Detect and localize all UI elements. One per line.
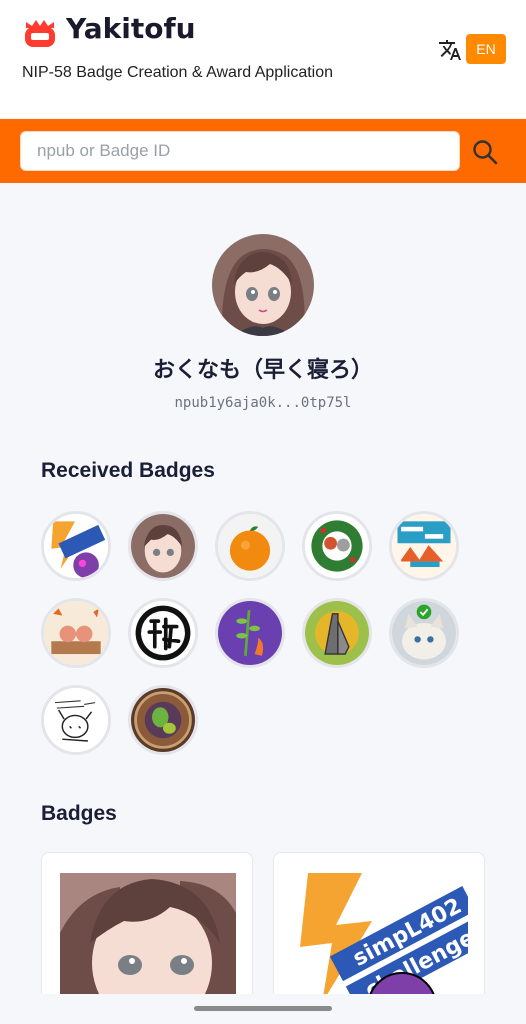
home-indicator[interactable] — [194, 1006, 332, 1011]
anime-girl-avatar-icon — [212, 234, 314, 336]
translate-icon[interactable] — [438, 38, 462, 62]
kanji-seal-badge-icon[interactable] — [128, 598, 198, 668]
nostr-asia-badge-icon[interactable] — [389, 511, 459, 581]
mikan-orange-badge-icon[interactable] — [215, 511, 285, 581]
search-icon[interactable] — [470, 137, 500, 167]
app-subtitle: NIP-58 Badge Creation & Award Applicatio… — [22, 64, 334, 81]
autumn-characters-badge-icon[interactable] — [41, 598, 111, 668]
verified-cat-badge-icon[interactable] — [389, 598, 459, 668]
search-bar — [0, 119, 526, 183]
badge-card[interactable] — [41, 852, 253, 1012]
badges-section-title: Badges — [41, 802, 117, 825]
profile-name: おくなも（早く寝ろ） — [152, 358, 373, 383]
profile-avatar — [212, 234, 314, 336]
anime-girl-portrait-badge-icon[interactable] — [128, 511, 198, 581]
purple-plant-badge-icon[interactable] — [215, 598, 285, 668]
kiwi-mandala-badge-icon[interactable] — [128, 685, 198, 755]
simpl-402-challenge-card-icon: simpL402 challenge — [292, 873, 468, 1011]
praying-hands-badge-icon[interactable] — [302, 598, 372, 668]
received-badges-title: Received Badges — [41, 459, 215, 482]
badge-card[interactable]: simpL402 challenge — [273, 852, 485, 1012]
christmas-wreath-badge-icon[interactable] — [302, 511, 372, 581]
profile-npub[interactable]: npub1y6aja0k...0tp75l — [0, 395, 526, 411]
sketch-drawing-badge-icon[interactable] — [41, 685, 111, 755]
anime-girl-portrait-card-icon — [60, 873, 236, 1011]
app-title[interactable]: Yakitofu — [66, 12, 196, 45]
app-header: Yakitofu NIP-58 Badge Creation & Award A… — [0, 0, 526, 118]
search-input[interactable] — [20, 131, 460, 171]
app-logo-icon[interactable] — [22, 14, 58, 50]
language-button[interactable]: EN — [466, 34, 506, 64]
simpl-402-challenge-badge-icon[interactable] — [41, 511, 111, 581]
